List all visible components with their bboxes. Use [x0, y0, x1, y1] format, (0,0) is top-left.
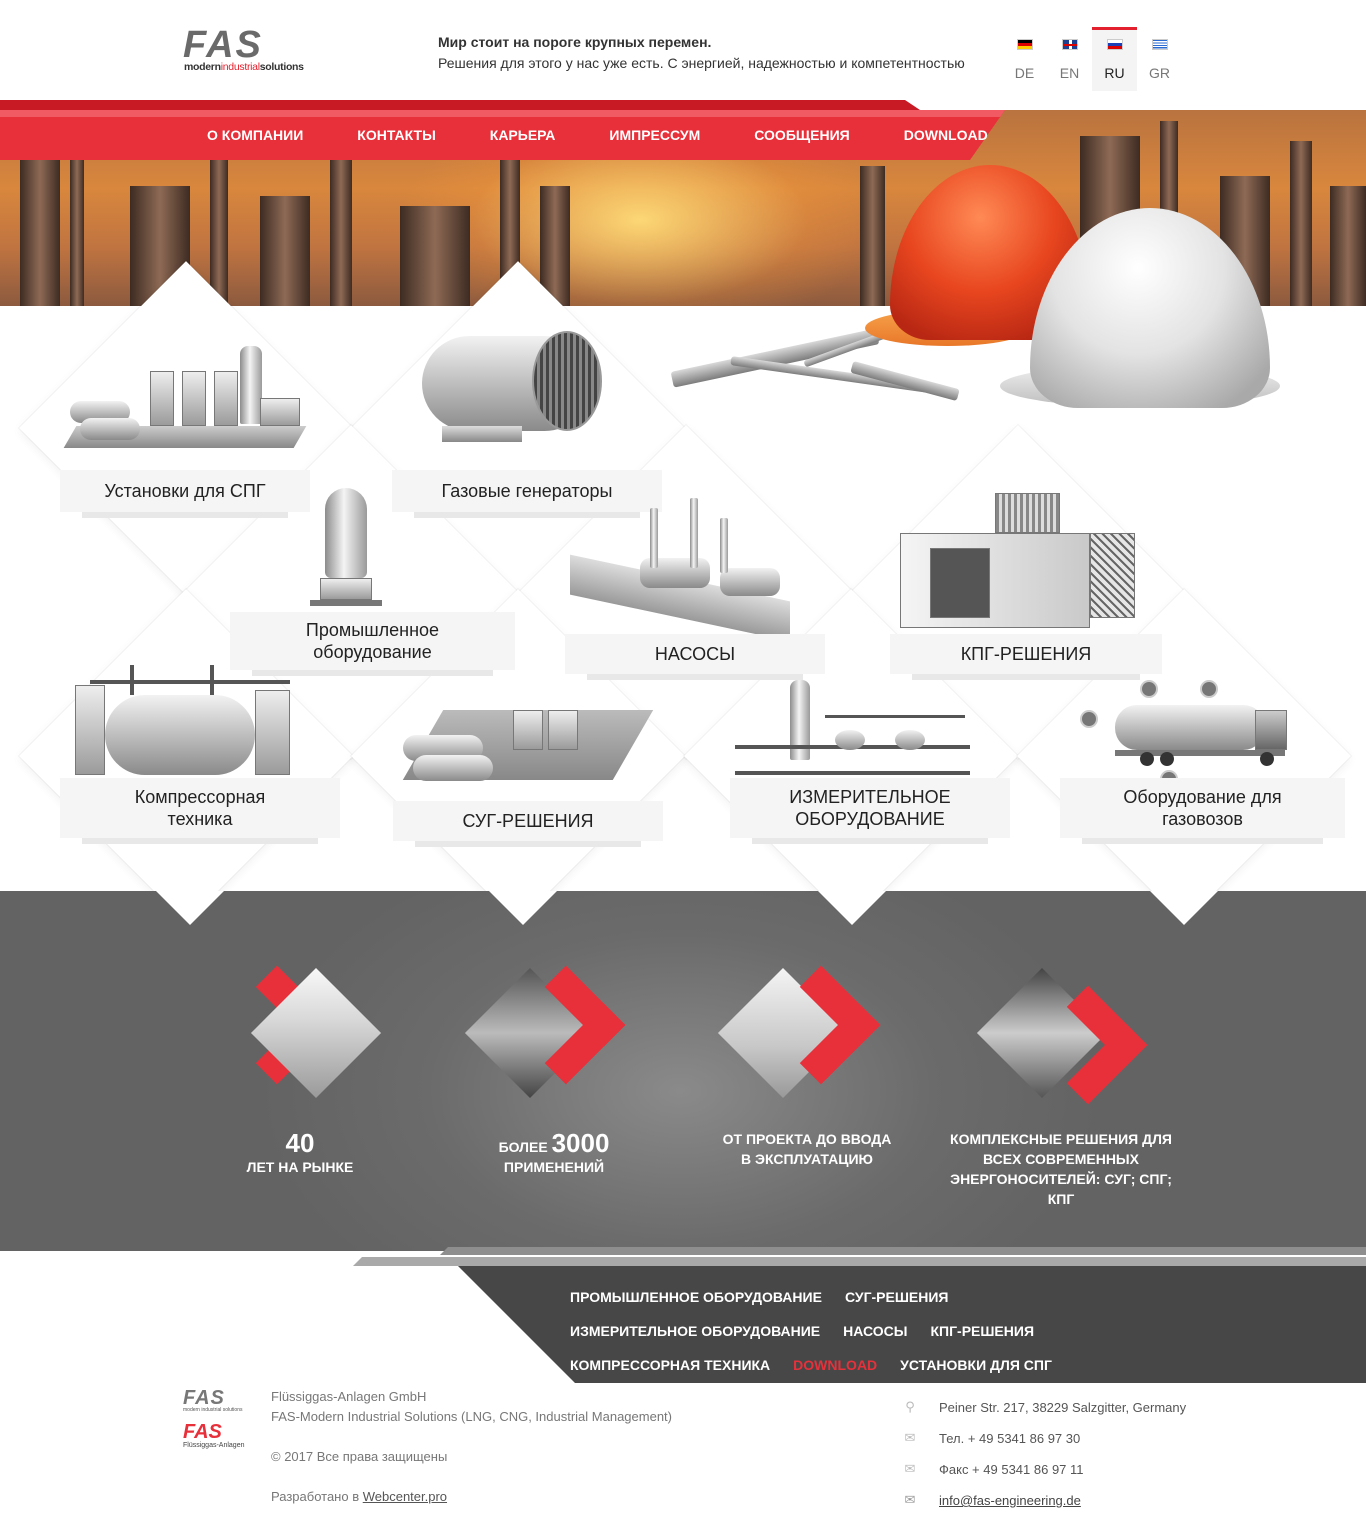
footer-link-cng[interactable]: КПГ-РЕШЕНИЯ [930, 1323, 1034, 1339]
nav-download[interactable]: DOWNLOAD [877, 127, 1015, 143]
tagline-text: Решения для этого у нас уже есть. С энер… [438, 55, 965, 71]
company-name: Flüssiggas-Anlagen GmbH [271, 1389, 427, 1404]
stat-text: БОЛЕЕ 3000 ПРИМЕНЕНИЙ [498, 1128, 610, 1175]
gas-generator-image [422, 326, 602, 456]
footer-contacts: ⚲ Peiner Str. 217, 38229 Salzgitter, Ger… [903, 1397, 1187, 1521]
nav-career[interactable]: КАРЬЕРА [463, 127, 583, 143]
stat-text: КОМПЛЕКСНЫЕ РЕШЕНИЯ ДЛЯ ВСЕХ СОВРЕМЕННЫХ… [950, 1131, 1172, 1207]
company-description: FAS-Modern Industrial Solutions (LNG, CN… [271, 1409, 673, 1424]
chevron-photo-icon [976, 963, 1148, 1105]
stat-project-to-commissioning: ОТ ПРОЕКТА ДО ВВОДА В ЭКСПЛУАТАЦИЮ [682, 963, 932, 1169]
lpg-plant-image [402, 690, 654, 790]
product-compressors[interactable]: Компрессорная техника [60, 650, 340, 860]
location-pin-icon: ⚲ [905, 1399, 915, 1414]
gas-tanker-truck-image [1080, 680, 1295, 790]
metering-skid-image [735, 675, 975, 785]
product-lpg-solutions[interactable]: СУГ-РЕШЕНИЯ [393, 650, 663, 860]
product-label: Оборудование для газовозов [1060, 778, 1345, 844]
industrial-vessel-image [310, 488, 390, 613]
fas-logo[interactable]: FAS modernindustrialsolutions [183, 24, 323, 76]
stat-applications: БОЛЕЕ 3000 ПРИМЕНЕНИЙ [429, 963, 679, 1177]
tagline-headline: Мир стоит на пороге крупных перемен. [438, 34, 712, 50]
lang-code: GR [1149, 65, 1170, 81]
stat-years: 40 ЛЕТ НА РЫНКЕ [175, 963, 425, 1177]
stat-prefix: БОЛЕЕ [498, 1139, 548, 1155]
header: FAS modernindustrialsolutions Мир стоит … [0, 0, 1366, 100]
footer-company-info: Flüssiggas-Anlagen GmbH FAS-Modern Indus… [271, 1387, 672, 1507]
contact-fax: ✉ Факс + 49 5341 86 97 11 [904, 1461, 1084, 1478]
cng-station-image [900, 493, 1145, 633]
contact-email: ✉ info@fas-engineering.de [903, 1490, 1186, 1521]
lang-ru[interactable]: RU [1092, 27, 1137, 91]
uk-flag-icon [1062, 39, 1078, 50]
footer-link-compressors[interactable]: КОМПРЕССОРНАЯ ТЕХНИКА [570, 1357, 770, 1373]
tagline: Мир стоит на пороге крупных перемен. Реш… [438, 32, 965, 74]
product-label: Компрессорная техника [60, 778, 340, 844]
stat-complex-solutions: КОМПЛЕКСНЫЕ РЕШЕНИЯ ДЛЯ ВСЕХ СОВРЕМЕННЫХ… [936, 963, 1186, 1209]
lang-code: DE [1014, 65, 1035, 81]
germany-flag-icon [1017, 39, 1033, 50]
footer-fas-logo: FAS modern industrial solutions [183, 1387, 243, 1413]
copyright: © 2017 Все права защищены [271, 1449, 448, 1464]
product-gas-truck-equipment[interactable]: Оборудование для газовозов [1060, 650, 1345, 860]
lang-code: EN [1059, 65, 1080, 81]
lang-de[interactable]: DE [1002, 27, 1047, 91]
product-label: ИЗМЕРИТЕЛЬНОЕ ОБОРУДОВАНИЕ [730, 778, 1010, 844]
product-label: СУГ-РЕШЕНИЯ [393, 801, 663, 847]
product-metering-equipment[interactable]: ИЗМЕРИТЕЛЬНОЕ ОБОРУДОВАНИЕ [730, 650, 1010, 860]
footer-link-lpg[interactable]: СУГ-РЕШЕНИЯ [845, 1289, 949, 1305]
footer-link-industrial[interactable]: ПРОМЫШЛЕННОЕ ОБОРУДОВАНИЕ [570, 1289, 822, 1305]
logo-subtitle: modernindustrialsolutions [184, 61, 304, 73]
envelope-icon: ✉ [904, 1430, 916, 1445]
stat-number: 40 [285, 1128, 315, 1158]
footer-link-download[interactable]: DOWNLOAD [793, 1357, 877, 1373]
email-link[interactable]: info@fas-engineering.de [939, 1493, 1081, 1508]
greece-flag-icon [1152, 39, 1168, 50]
lang-code: RU [1104, 65, 1125, 81]
nav-accent-strip [0, 100, 920, 110]
lng-plant-image [63, 346, 307, 456]
page: FAS modernindustrialsolutions Мир стоит … [0, 0, 1366, 1528]
developer-link[interactable]: Webcenter.pro [363, 1489, 447, 1504]
stat-number: 3000 [551, 1128, 610, 1158]
stats-section: 40 ЛЕТ НА РЫНКЕ БОЛЕЕ 3000 ПРИМЕНЕНИЙ ОТ… [0, 891, 1366, 1251]
main-nav: О КОМПАНИИ КОНТАКТЫ КАРЬЕРА ИМПРЕССУМ СО… [180, 110, 1015, 160]
developer-credit: Разработано в Webcenter.pro [271, 1489, 448, 1504]
lang-gr[interactable]: GR [1137, 27, 1182, 91]
compressor-image [70, 655, 300, 785]
footer-links: ПРОМЫШЛЕННОЕ ОБОРУДОВАНИЕ СУГ-РЕШЕНИЯ ИЗ… [570, 1280, 1170, 1382]
language-switcher: DE EN RU GR [1002, 27, 1182, 91]
helmets-and-tools-image [660, 160, 1300, 410]
chevron-photo-icon [464, 963, 626, 1103]
footer-strip-mid [353, 1257, 1366, 1266]
nav-impressum[interactable]: ИМПРЕССУМ [582, 127, 727, 143]
nav-news[interactable]: СООБЩЕНИЯ [727, 127, 876, 143]
footer-fluessiggas-logo: FAS Flüssiggas-Anlagen [183, 1421, 245, 1449]
nav-about[interactable]: О КОМПАНИИ [180, 127, 330, 143]
logo-mark: FAS [183, 24, 263, 66]
russia-flag-icon [1107, 39, 1123, 50]
footer-strip-light [440, 1247, 1366, 1255]
envelope-icon: ✉ [904, 1461, 916, 1476]
stat-text: 40 ЛЕТ НА РЫНКЕ [175, 1129, 425, 1177]
chevron-photo-icon [717, 963, 881, 1103]
footer-link-pumps[interactable]: НАСОСЫ [843, 1323, 907, 1339]
chevron-photo-icon [217, 963, 382, 1103]
nav-contacts[interactable]: КОНТАКТЫ [330, 127, 462, 143]
lang-en[interactable]: EN [1047, 27, 1092, 91]
footer-link-lng[interactable]: УСТАНОВКИ ДЛЯ СПГ [900, 1357, 1052, 1373]
footer-link-metering[interactable]: ИЗМЕРИТЕЛЬНОЕ ОБОРУДОВАНИЕ [570, 1323, 820, 1339]
pump-unit-image [570, 498, 795, 642]
stat-text: ОТ ПРОЕКТА ДО ВВОДА В ЭКСПЛУАТАЦИЮ [722, 1131, 892, 1167]
contact-phone: ✉ Тел. + 49 5341 86 97 30 [904, 1430, 1081, 1447]
mail-icon: ✉ [904, 1492, 916, 1507]
contact-address: ⚲ Peiner Str. 217, 38229 Salzgitter, Ger… [903, 1397, 1186, 1428]
